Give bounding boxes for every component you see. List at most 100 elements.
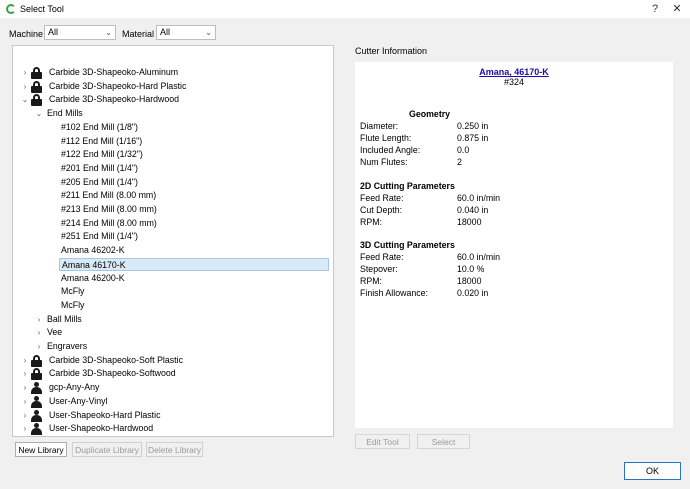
- tool-name-link[interactable]: Amana, 46170-K: [355, 67, 673, 77]
- tree-item[interactable]: › User-Any-Vinyl: [13, 395, 333, 408]
- lock-icon: [31, 368, 42, 381]
- tree-item[interactable]: › Engravers: [13, 340, 333, 353]
- tree-item-label: User-Shapeoko-Hard Plastic: [49, 409, 161, 420]
- tree-item[interactable]: #214 End Mill (8.00 mm): [13, 217, 333, 230]
- tree-item[interactable]: #201 End Mill (1/4"): [13, 162, 333, 175]
- tree-item[interactable]: › Carbide 3D-Shapeoko-Soft Plastic: [13, 354, 333, 367]
- param-label: Feed Rate:: [360, 193, 404, 203]
- window-title: Select Tool: [20, 4, 64, 14]
- tree-item-label: Amana 46170-K: [62, 259, 126, 270]
- lock-icon: [31, 80, 42, 93]
- library-tree[interactable]: ▲ ▼ ›Carbide 3D-Shapeoko-Aluminum›Carbid…: [12, 45, 334, 437]
- tree-item[interactable]: Amana 46202-K: [13, 244, 333, 257]
- param-value: 0.250 in: [457, 121, 489, 131]
- param-label: RPM:: [360, 276, 382, 286]
- param-label: Finish Allowance:: [360, 288, 428, 298]
- chevron-right-icon[interactable]: ›: [21, 80, 29, 93]
- tree-item[interactable]: #205 End Mill (1/4"): [13, 176, 333, 189]
- tree-item[interactable]: McFly: [13, 285, 333, 298]
- tree-item-label: #201 End Mill (1/4"): [61, 162, 138, 173]
- chevron-right-icon[interactable]: ›: [35, 340, 43, 353]
- param-value: 0.875 in: [457, 133, 489, 143]
- tree-item[interactable]: ⌄ Carbide 3D-Shapeoko-Hardwood: [13, 93, 333, 107]
- tree-item-label: #251 End Mill (1/4"): [61, 231, 138, 242]
- close-button[interactable]: ✕: [670, 2, 684, 16]
- tree-item-label: Carbide 3D-Shapeoko-Hardwood: [49, 94, 180, 105]
- tree-item[interactable]: #102 End Mill (1/8"): [13, 121, 333, 134]
- param-value: 0.0: [457, 145, 470, 155]
- user-icon: [31, 382, 42, 395]
- chevron-right-icon[interactable]: ›: [35, 313, 43, 326]
- tree-item-label: Carbide 3D-Shapeoko-Softwood: [49, 368, 176, 379]
- param-label: Feed Rate:: [360, 252, 404, 262]
- chevron-right-icon[interactable]: ›: [21, 422, 29, 435]
- user-icon: [31, 423, 42, 436]
- chevron-down-icon: ⌄: [105, 28, 112, 37]
- param-value: 60.0 in/min: [457, 193, 501, 203]
- tree-item-label: #214 End Mill (8.00 mm): [61, 217, 157, 228]
- material-select[interactable]: All ⌄: [156, 25, 216, 40]
- tree-item[interactable]: › Carbide 3D-Shapeoko-Softwood: [13, 367, 333, 381]
- tree-item[interactable]: › Ball Mills: [13, 313, 333, 326]
- machine-select[interactable]: All ⌄: [44, 25, 116, 40]
- delete-library-button[interactable]: Delete Library: [146, 442, 203, 457]
- duplicate-library-button[interactable]: Duplicate Library: [72, 442, 142, 457]
- tool-number: #324: [503, 77, 525, 87]
- help-button[interactable]: ?: [648, 2, 662, 16]
- chevron-right-icon[interactable]: ›: [21, 66, 29, 79]
- chevron-down-icon[interactable]: ⌄: [21, 93, 29, 106]
- tree-item-label: McFly: [61, 299, 85, 310]
- section-title: 2D Cutting Parameters: [360, 181, 455, 191]
- cutter-info-title: Cutter Information: [355, 46, 428, 56]
- tree-item-label: #102 End Mill (1/8"): [61, 121, 138, 132]
- edit-tool-button[interactable]: Edit Tool: [355, 434, 410, 449]
- tree-item[interactable]: › Carbide 3D-Shapeoko-Hard Plastic: [13, 80, 333, 93]
- tree-item[interactable]: ⌄ End Mills: [13, 107, 333, 120]
- tree-item[interactable]: › gcp-Any-Any: [13, 381, 333, 395]
- title-bar: Select Tool ? ✕: [0, 0, 690, 18]
- chevron-right-icon[interactable]: ›: [21, 409, 29, 422]
- tree-item[interactable]: #112 End Mill (1/16"): [13, 135, 333, 148]
- param-label: Cut Depth:: [360, 205, 403, 215]
- chevron-right-icon[interactable]: ›: [21, 367, 29, 380]
- param-value: 10.0 %: [457, 264, 485, 274]
- machine-select-value: All: [48, 27, 59, 37]
- param-value: 2: [457, 157, 462, 167]
- tree-item-label: Ball Mills: [47, 313, 82, 324]
- lock-icon: [31, 67, 42, 79]
- tree-item[interactable]: Amana 46200-K: [13, 272, 333, 285]
- tree-item[interactable]: › User-Shapeoko-Hardwood: [13, 422, 333, 436]
- tree-item[interactable]: › Carbide 3D-Shapeoko-Aluminum: [13, 66, 333, 79]
- tree-item-label: gcp-Any-Any: [49, 382, 100, 393]
- tree-item[interactable]: Amana 46170-K: [59, 257, 329, 271]
- tree-item[interactable]: #213 End Mill (8.00 mm): [13, 203, 333, 216]
- ok-button[interactable]: OK: [624, 462, 681, 480]
- chevron-right-icon[interactable]: ›: [35, 326, 43, 339]
- chevron-down-icon: ⌄: [205, 28, 212, 37]
- tree-item-label: User-Any-Vinyl: [49, 395, 108, 406]
- chevron-right-icon[interactable]: ›: [21, 381, 29, 394]
- tree-item[interactable]: McFly: [13, 299, 333, 312]
- tree-item[interactable]: #251 End Mill (1/4"): [13, 230, 333, 243]
- new-library-button[interactable]: New Library: [15, 442, 67, 457]
- param-label: Diameter:: [360, 121, 399, 131]
- param-value: 18000: [457, 217, 482, 227]
- tree-item-label: McFly: [61, 286, 85, 297]
- tree-item[interactable]: #211 End Mill (8.00 mm): [13, 189, 333, 202]
- machine-label: Machine: [9, 29, 44, 39]
- select-button[interactable]: Select: [417, 434, 470, 449]
- chevron-right-icon[interactable]: ›: [21, 354, 29, 367]
- tree-item[interactable]: #122 End Mill (1/32"): [13, 148, 333, 161]
- tree-item-label: Vee: [47, 327, 63, 338]
- tree-item-label: #112 End Mill (1/16"): [61, 135, 143, 146]
- lock-icon: [31, 354, 42, 367]
- tree-item[interactable]: › Vee: [13, 326, 333, 339]
- chevron-down-icon[interactable]: ⌄: [35, 107, 43, 120]
- tree-item-label: End Mills: [47, 108, 83, 119]
- tree-item-label: User-Shapeoko-Hardwood: [49, 423, 154, 434]
- tree-item-label: Carbide 3D-Shapeoko-Soft Plastic: [49, 354, 183, 365]
- param-label: Included Angle:: [360, 145, 421, 155]
- tree-item-label: #213 End Mill (8.00 mm): [61, 204, 157, 214]
- tree-item[interactable]: › User-Shapeoko-Hard Plastic: [13, 409, 333, 422]
- chevron-right-icon[interactable]: ›: [21, 395, 29, 408]
